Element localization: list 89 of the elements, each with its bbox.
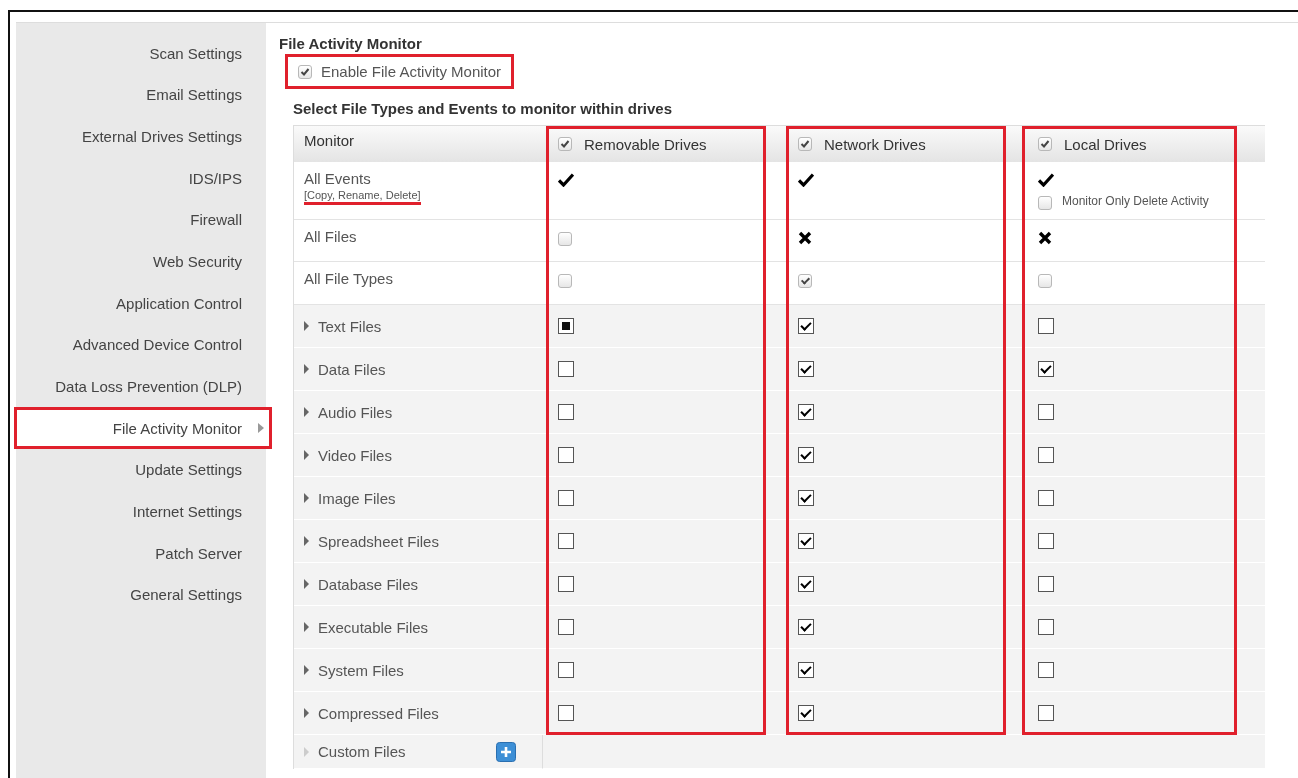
expand-triangle-icon[interactable] — [304, 493, 309, 503]
sidebar-item[interactable]: File Activity Monitor — [16, 409, 270, 448]
checkbox[interactable] — [558, 662, 574, 678]
checkbox-label: Monitor Only Delete Activity — [1062, 194, 1209, 208]
checkbox[interactable] — [798, 137, 812, 151]
row-label: All Events — [304, 170, 371, 187]
checkbox[interactable] — [558, 705, 574, 721]
checkbox[interactable] — [1038, 662, 1054, 678]
sidebar-item[interactable]: General Settings — [16, 575, 266, 614]
checkbox[interactable] — [558, 318, 574, 334]
checkmark-icon — [798, 173, 814, 187]
checkbox[interactable] — [1038, 705, 1054, 721]
row-label: Video Files — [318, 446, 392, 464]
expand-triangle-icon[interactable] — [304, 536, 309, 546]
row-label: Database Files — [318, 575, 419, 593]
sidebar-item[interactable]: Scan Settings — [16, 34, 266, 72]
sidebar-item[interactable]: Web Security — [16, 242, 266, 281]
sidebar-item[interactable]: Internet Settings — [16, 492, 266, 531]
row-label: System Files — [318, 661, 404, 679]
sidebar-item[interactable]: Data Loss Prevention (DLP) — [16, 367, 266, 406]
checkbox[interactable] — [798, 490, 814, 506]
expand-triangle-icon[interactable] — [304, 407, 309, 417]
checkbox[interactable] — [798, 576, 814, 592]
cross-icon — [798, 231, 812, 245]
sidebar-item[interactable]: Application Control — [16, 284, 266, 323]
checkbox[interactable] — [798, 619, 814, 635]
checkbox[interactable] — [1038, 490, 1054, 506]
checkbox[interactable] — [1038, 318, 1054, 334]
checkmark-icon — [558, 173, 574, 187]
checkbox[interactable] — [798, 404, 814, 420]
row-label: Image Files — [318, 489, 396, 507]
column-header: Network Drives — [824, 135, 926, 153]
expand-triangle-icon[interactable] — [304, 708, 309, 718]
checkbox[interactable] — [798, 318, 814, 334]
sidebar-item[interactable]: Firewall — [16, 200, 266, 239]
checkbox[interactable] — [1038, 576, 1054, 592]
add-icon[interactable] — [496, 741, 516, 762]
row-label: All File Types — [304, 270, 393, 287]
checkbox[interactable] — [558, 576, 574, 592]
expand-triangle-icon[interactable] — [304, 364, 309, 374]
checkbox[interactable] — [1038, 137, 1052, 151]
expand-triangle-icon[interactable] — [304, 622, 309, 632]
sidebar-item[interactable]: Patch Server — [16, 534, 266, 573]
triangle-icon — [258, 423, 264, 434]
checkbox[interactable] — [1038, 619, 1054, 635]
expand-triangle-icon[interactable] — [304, 665, 309, 675]
checkbox[interactable] — [298, 64, 312, 79]
row-label: Audio Files — [318, 403, 393, 421]
cross-icon — [1038, 231, 1052, 245]
sidebar-item[interactable]: Advanced Device Control — [16, 325, 266, 364]
column-header: Removable Drives — [584, 135, 707, 153]
section-subtitle: Select File Types and Events to monitor within drives — [293, 100, 673, 117]
row-label: All Files — [304, 228, 357, 245]
expand-triangle-icon[interactable] — [304, 450, 309, 460]
checkbox[interactable] — [1038, 361, 1054, 377]
checkbox[interactable] — [798, 705, 814, 721]
checkbox[interactable] — [798, 533, 814, 549]
event-list-note: [Copy, Rename, Delete] — [304, 189, 421, 205]
row-label: Spreadsheet Files — [318, 532, 439, 550]
checkbox[interactable] — [798, 447, 814, 463]
expand-triangle-icon[interactable] — [304, 321, 309, 331]
checkbox[interactable] — [558, 404, 574, 420]
sidebar-item[interactable]: Update Settings — [16, 450, 266, 489]
row-label: Custom Files — [318, 743, 406, 760]
row-label: Compressed Files — [318, 704, 439, 722]
row-label: Text Files — [318, 317, 382, 335]
sidebar-item[interactable]: Email Settings — [16, 75, 266, 114]
section-title: File Activity Monitor — [279, 35, 423, 54]
checkbox[interactable] — [1038, 533, 1054, 549]
checkbox[interactable] — [558, 361, 574, 377]
checkbox[interactable] — [558, 137, 572, 151]
checkbox[interactable] — [558, 490, 574, 506]
checkbox[interactable] — [1038, 447, 1054, 463]
row-label: Data Files — [318, 360, 386, 378]
expand-triangle-icon[interactable] — [304, 579, 309, 589]
sidebar-item[interactable]: External Drives Settings — [16, 117, 266, 156]
checkbox[interactable] — [558, 619, 574, 635]
checkbox[interactable] — [558, 447, 574, 463]
column-header: Local Drives — [1064, 135, 1147, 153]
sidebar-item[interactable]: IDS/IPS — [16, 159, 266, 198]
checkmark-icon — [1038, 173, 1054, 187]
column-header: Monitor — [294, 126, 542, 162]
checkbox[interactable] — [798, 361, 814, 377]
checkbox[interactable] — [1038, 404, 1054, 420]
checkbox[interactable] — [798, 662, 814, 678]
checkbox-label: Enable File Activity Monitor — [321, 63, 502, 80]
checkbox[interactable] — [1038, 196, 1052, 210]
checkbox[interactable] — [558, 533, 574, 549]
row-label: Executable Files — [318, 618, 429, 636]
